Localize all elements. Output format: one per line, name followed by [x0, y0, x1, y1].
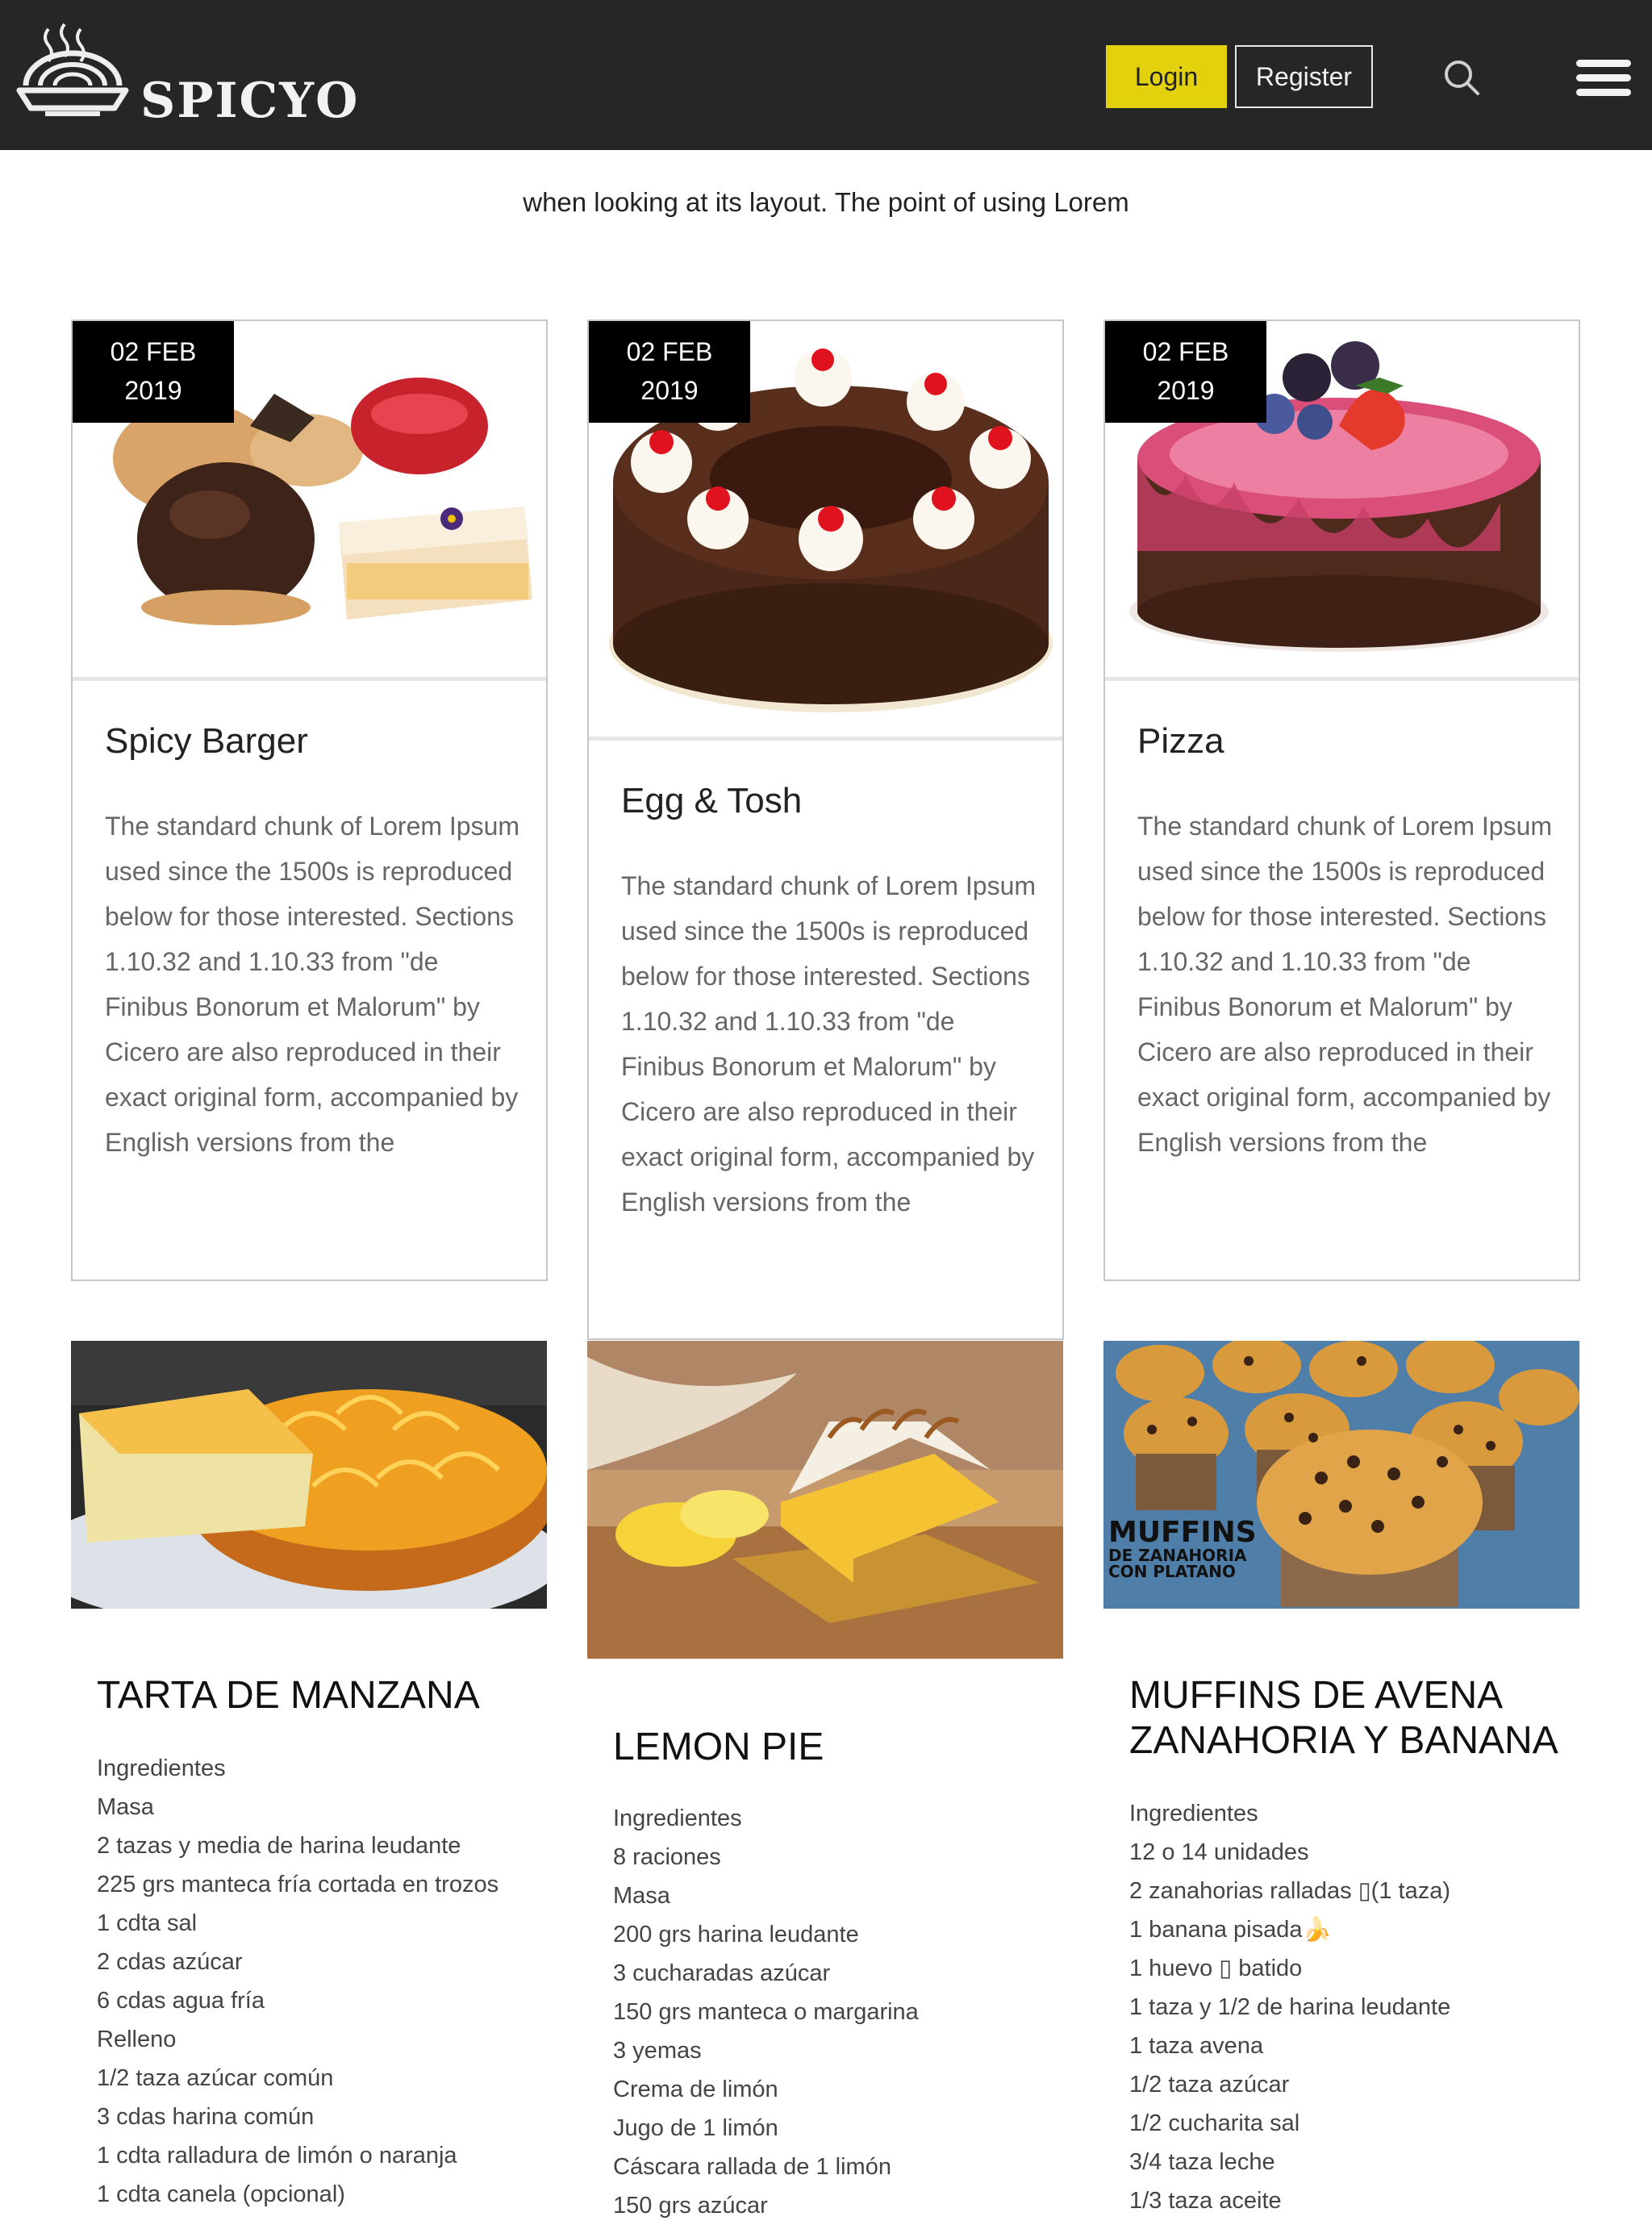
logo-bowl-icon[interactable]: [16, 21, 129, 129]
recipe-title[interactable]: TARTA DE MANZANA: [97, 1673, 549, 1718]
list-item: 150 grs manteca o margarina: [613, 1999, 919, 2025]
list-item: 1/3 taza aceite: [1129, 2188, 1282, 2214]
list-item: 1 huevo ▯ batido: [1129, 1956, 1303, 1981]
brand-name[interactable]: SPICYO: [140, 73, 359, 129]
ingredient-list: Ingredientes Masa 2 tazas y media de har…: [97, 1749, 549, 2214]
list-item: Masa: [613, 1883, 670, 1909]
list-item: 8 raciones: [613, 1844, 721, 1870]
login-button[interactable]: Login: [1106, 45, 1227, 108]
register-button[interactable]: Register: [1235, 45, 1373, 108]
list-item: 3 cucharadas azúcar: [613, 1960, 831, 1986]
site-header: SPICYO Login Register: [0, 0, 1652, 150]
list-item: 225 grs manteca fría cortada en trozos: [97, 1872, 499, 1897]
muffins-caption: MUFFINS DE ZANAHORIA CON PLATANO: [1108, 1516, 1257, 1581]
list-item: Ingredientes: [97, 1755, 226, 1781]
recipe-image-muffins[interactable]: MUFFINS DE ZANAHORIA CON PLATANO: [1103, 1341, 1579, 1609]
card-body: The standard chunk of Lorem Ipsum used s…: [105, 812, 520, 1157]
card-body: The standard chunk of Lorem Ipsum used s…: [621, 871, 1037, 1217]
event-card[interactable]: 02 FEB 2019 Egg & Tosh The standard chun…: [587, 319, 1064, 1340]
list-item: 2 cdas azúcar: [97, 1949, 243, 1975]
list-item: Cáscara rallada de 1 limón: [613, 2154, 891, 2180]
list-item: 1 cdta canela (opcional): [97, 2181, 345, 2207]
card-title[interactable]: Pizza: [1137, 721, 1224, 762]
date-day: 02 FEB: [626, 337, 713, 366]
list-item: 6 cdas agua fría: [97, 1988, 265, 2014]
date-badge: 02 FEB 2019: [73, 321, 234, 423]
list-item: Masa: [97, 1794, 154, 1820]
event-card[interactable]: 02 FEB 2019 Spicy Barger The standard ch…: [71, 319, 548, 1281]
recipe-image-lemon-pie[interactable]: [587, 1341, 1063, 1659]
menu-icon[interactable]: [1575, 56, 1633, 100]
list-item: 1 banana pisada🍌: [1129, 1917, 1332, 1943]
date-year: 2019: [1157, 376, 1215, 405]
card-title[interactable]: Spicy Barger: [105, 721, 308, 762]
date-badge: 02 FEB 2019: [1105, 321, 1266, 423]
recipe-image-apple-tart[interactable]: [71, 1341, 547, 1609]
event-card[interactable]: 02 FEB 2019 Pizza The standard chunk of …: [1103, 319, 1580, 1281]
list-item: 1 cdta ralladura de limón o naranja: [97, 2143, 457, 2169]
list-item: Crema de limón: [613, 2077, 778, 2102]
list-item: 150 grs azúcar: [613, 2193, 768, 2219]
date-day: 02 FEB: [1142, 337, 1229, 366]
recipe-title[interactable]: MUFFINS DE AVENA ZANAHORIA Y BANANA: [1129, 1673, 1581, 1764]
list-item: 200 grs harina leudante: [613, 1922, 859, 1947]
ingredient-list: Ingredientes 12 o 14 unidades 2 zanahori…: [1129, 1794, 1581, 2220]
search-icon[interactable]: [1442, 58, 1481, 97]
list-item: Ingredientes: [1129, 1801, 1258, 1826]
card-body: The standard chunk of Lorem Ipsum used s…: [1137, 812, 1553, 1157]
list-item: 1/2 taza azúcar: [1129, 2072, 1290, 2098]
date-year: 2019: [124, 376, 182, 405]
date-year: 2019: [640, 376, 699, 405]
list-item: 12 o 14 unidades: [1129, 1839, 1309, 1865]
list-item: 1 taza y 1/2 de harina leudante: [1129, 1994, 1451, 2020]
list-item: Relleno: [97, 2027, 177, 2052]
card-title[interactable]: Egg & Tosh: [621, 781, 802, 821]
list-item: 1/2 cucharita sal: [1129, 2110, 1300, 2136]
list-item: Jugo de 1 limón: [613, 2115, 778, 2141]
list-item: 2 tazas y media de harina leudante: [97, 1833, 461, 1859]
list-item: 3 cdas harina común: [97, 2104, 315, 2130]
intro-paragraph: when looking at its layout. The point of…: [523, 187, 1129, 217]
list-item: 3/4 taza leche: [1129, 2149, 1275, 2175]
date-day: 02 FEB: [110, 337, 197, 366]
list-item: 1/2 taza azúcar común: [97, 2065, 334, 2091]
list-item: 1 taza avena: [1129, 2033, 1264, 2059]
list-item: 1 cdta sal: [97, 1910, 198, 1936]
ingredient-list: Ingredientes 8 raciones Masa 200 grs har…: [613, 1799, 1065, 2225]
list-item: 2 zanahorias ralladas ▯(1 taza): [1129, 1878, 1450, 1904]
recipe-title[interactable]: LEMON PIE: [613, 1725, 1065, 1770]
date-badge: 02 FEB 2019: [589, 321, 750, 423]
list-item: Ingredientes: [613, 1805, 742, 1831]
list-item: 3 yemas: [613, 2038, 702, 2064]
